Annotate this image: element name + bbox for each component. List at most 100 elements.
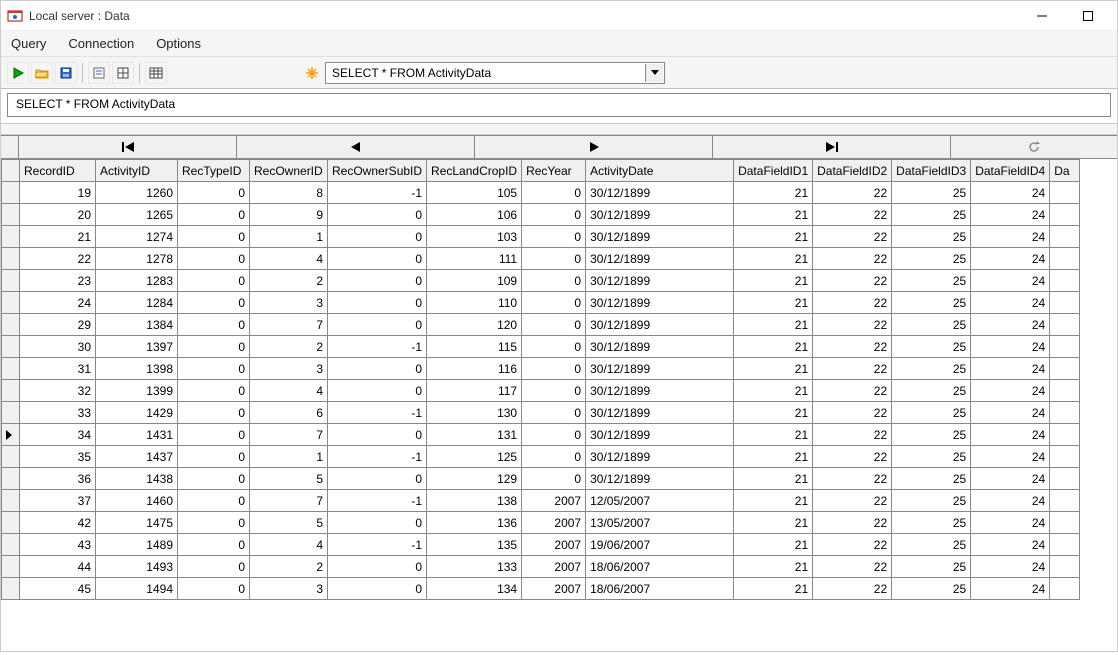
cell[interactable] (1050, 402, 1080, 424)
cell[interactable]: 25 (892, 534, 971, 556)
row-selector[interactable] (2, 270, 20, 292)
cell[interactable]: 21 (734, 358, 813, 380)
cell[interactable]: 1489 (96, 534, 178, 556)
column-header[interactable]: ActivityID (96, 160, 178, 182)
cell[interactable]: 0 (178, 292, 250, 314)
cell[interactable]: 30 (20, 336, 96, 358)
cell[interactable]: 22 (813, 336, 892, 358)
row-selector[interactable] (2, 182, 20, 204)
cell[interactable]: 0 (328, 468, 427, 490)
row-selector[interactable] (2, 446, 20, 468)
cell[interactable]: 0 (522, 314, 586, 336)
query-dropdown[interactable]: SELECT * FROM ActivityData (325, 62, 665, 84)
cell[interactable]: 24 (971, 204, 1050, 226)
row-selector[interactable] (2, 248, 20, 270)
cell[interactable]: 0 (178, 578, 250, 600)
cell[interactable]: 2007 (522, 556, 586, 578)
cell[interactable]: 138 (427, 490, 522, 512)
open-button[interactable] (31, 62, 53, 84)
table-row[interactable]: 201265090106030/12/189921222524 (2, 204, 1080, 226)
minimize-button[interactable] (1019, 1, 1065, 31)
cell[interactable]: 0 (178, 226, 250, 248)
cell[interactable]: 24 (971, 402, 1050, 424)
cell[interactable]: 32 (20, 380, 96, 402)
cell[interactable]: 24 (971, 226, 1050, 248)
cell[interactable]: 21 (734, 380, 813, 402)
cell[interactable]: 1284 (96, 292, 178, 314)
cell[interactable]: 25 (892, 512, 971, 534)
cell[interactable]: 136 (427, 512, 522, 534)
cell[interactable]: 1283 (96, 270, 178, 292)
cell[interactable]: 24 (971, 358, 1050, 380)
cell[interactable]: 3 (250, 358, 328, 380)
table-row[interactable]: 211274010103030/12/189921222524 (2, 226, 1080, 248)
menu-query[interactable]: Query (7, 33, 50, 54)
cell[interactable]: 1398 (96, 358, 178, 380)
cell[interactable]: 0 (178, 402, 250, 424)
cell[interactable]: 24 (20, 292, 96, 314)
cell[interactable]: 29 (20, 314, 96, 336)
cell[interactable]: 4 (250, 534, 328, 556)
menu-options[interactable]: Options (152, 33, 205, 54)
cell[interactable]: 21 (734, 270, 813, 292)
cell[interactable]: 9 (250, 204, 328, 226)
cell[interactable]: 2007 (522, 490, 586, 512)
cell[interactable]: 0 (178, 204, 250, 226)
cell[interactable]: 103 (427, 226, 522, 248)
cell[interactable]: 1399 (96, 380, 178, 402)
cell[interactable]: 22 (813, 424, 892, 446)
row-selector[interactable] (2, 424, 20, 446)
cell[interactable]: 1274 (96, 226, 178, 248)
cell[interactable]: 21 (734, 182, 813, 204)
cell[interactable]: 2 (250, 336, 328, 358)
cell[interactable]: 0 (178, 490, 250, 512)
cell[interactable]: 21 (734, 424, 813, 446)
cell[interactable]: 22 (813, 204, 892, 226)
run-button[interactable] (7, 62, 29, 84)
table-row[interactable]: 33142906-1130030/12/189921222524 (2, 402, 1080, 424)
save-button[interactable] (55, 62, 77, 84)
cell[interactable]: 21 (734, 468, 813, 490)
cell[interactable]: 19/06/2007 (586, 534, 734, 556)
cell[interactable]: 22 (813, 358, 892, 380)
cell[interactable]: 30/12/1899 (586, 226, 734, 248)
cell[interactable]: 0 (522, 358, 586, 380)
cell[interactable]: 24 (971, 534, 1050, 556)
cell[interactable]: 36 (20, 468, 96, 490)
cell[interactable]: 3 (250, 578, 328, 600)
cell[interactable]: 134 (427, 578, 522, 600)
cell[interactable]: 1460 (96, 490, 178, 512)
cell[interactable]: 30/12/1899 (586, 380, 734, 402)
cell[interactable]: -1 (328, 446, 427, 468)
cell[interactable]: 1384 (96, 314, 178, 336)
cell[interactable]: 4 (250, 380, 328, 402)
cell[interactable]: 1475 (96, 512, 178, 534)
cell[interactable]: 131 (427, 424, 522, 446)
cell[interactable]: 45 (20, 578, 96, 600)
cell[interactable]: 0 (178, 182, 250, 204)
column-header[interactable]: RecOwnerID (250, 160, 328, 182)
row-selector[interactable] (2, 556, 20, 578)
cell[interactable]: 4 (250, 248, 328, 270)
cell[interactable]: 1 (250, 226, 328, 248)
cell[interactable]: 30/12/1899 (586, 336, 734, 358)
cell[interactable]: 1431 (96, 424, 178, 446)
cell[interactable]: 13/05/2007 (586, 512, 734, 534)
table-row[interactable]: 311398030116030/12/189921222524 (2, 358, 1080, 380)
cell[interactable]: 25 (892, 336, 971, 358)
cell[interactable]: 0 (522, 468, 586, 490)
cell[interactable]: 24 (971, 336, 1050, 358)
cell[interactable]: 24 (971, 292, 1050, 314)
cell[interactable] (1050, 446, 1080, 468)
cell[interactable]: 6 (250, 402, 328, 424)
cell[interactable]: 22 (813, 512, 892, 534)
cell[interactable]: -1 (328, 182, 427, 204)
table-row[interactable]: 421475050136200713/05/200721222524 (2, 512, 1080, 534)
row-selector[interactable] (2, 358, 20, 380)
cell[interactable]: 0 (178, 534, 250, 556)
table-row[interactable]: 291384070120030/12/189921222524 (2, 314, 1080, 336)
cell[interactable]: 0 (328, 380, 427, 402)
cell[interactable]: 20 (20, 204, 96, 226)
cell[interactable]: 25 (892, 226, 971, 248)
cell[interactable]: 24 (971, 512, 1050, 534)
